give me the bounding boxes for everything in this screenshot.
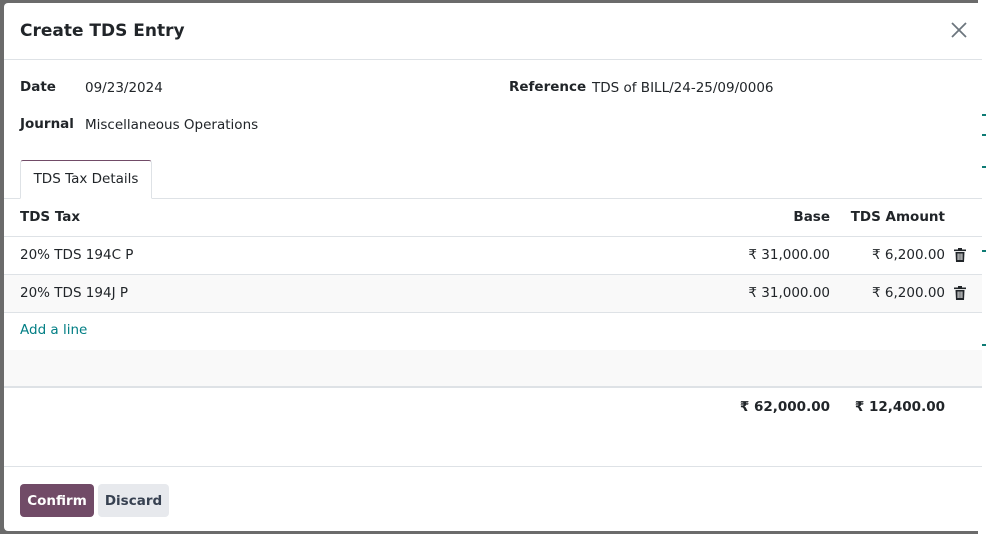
background-mark <box>982 134 986 136</box>
tab-tds-tax-details[interactable]: TDS Tax Details <box>20 160 152 199</box>
background-mark <box>982 166 986 168</box>
background-mark <box>982 250 986 252</box>
table-row[interactable]: 20% TDS 194J P ₹ 31,000.00 ₹ 6,200.00 <box>4 275 982 313</box>
row-amount-cell[interactable]: ₹ 6,200.00 <box>872 285 945 301</box>
row-amount-cell[interactable]: ₹ 6,200.00 <box>872 247 945 263</box>
add-a-line-link[interactable]: Add a line <box>20 322 87 338</box>
total-base: ₹ 62,000.00 <box>739 399 830 415</box>
close-icon[interactable] <box>950 21 968 39</box>
discard-button[interactable]: Discard <box>98 484 169 517</box>
column-header-base[interactable]: Base <box>793 209 830 225</box>
dialog-footer: Confirm Discard <box>4 466 982 531</box>
column-header-tds-tax[interactable]: TDS Tax <box>20 209 80 225</box>
total-tds-amount: ₹ 12,400.00 <box>854 399 945 415</box>
row-tax-cell[interactable]: 20% TDS 194J P <box>20 285 128 301</box>
add-line-row <box>4 313 982 351</box>
background-mark <box>982 114 986 116</box>
journal-field[interactable]: Miscellaneous Operations <box>85 117 258 133</box>
row-tax-cell[interactable]: 20% TDS 194C P <box>20 247 133 263</box>
background-mark <box>982 344 986 346</box>
row-base-cell[interactable]: ₹ 31,000.00 <box>748 247 830 263</box>
empty-row <box>4 350 982 388</box>
date-field[interactable]: 09/23/2024 <box>85 80 163 96</box>
trash-icon[interactable] <box>954 248 966 262</box>
table-header: TDS Tax Base TDS Amount <box>4 199 982 237</box>
dialog-header: Create TDS Entry <box>4 3 982 60</box>
row-base-cell[interactable]: ₹ 31,000.00 <box>748 285 830 301</box>
reference-field[interactable]: TDS of BILL/24-25/09/0006 <box>592 80 774 96</box>
date-label: Date <box>20 79 56 95</box>
create-tds-entry-dialog: Create TDS Entry Date 09/23/2024 Referen… <box>4 3 982 531</box>
journal-label: Journal <box>20 116 74 132</box>
trash-icon[interactable] <box>954 286 966 300</box>
reference-label: Reference <box>509 79 587 95</box>
dialog-title: Create TDS Entry <box>20 21 185 41</box>
table-row[interactable]: 20% TDS 194C P ₹ 31,000.00 ₹ 6,200.00 <box>4 237 982 275</box>
confirm-button[interactable]: Confirm <box>20 484 94 517</box>
column-header-tds-amount[interactable]: TDS Amount <box>851 209 945 225</box>
